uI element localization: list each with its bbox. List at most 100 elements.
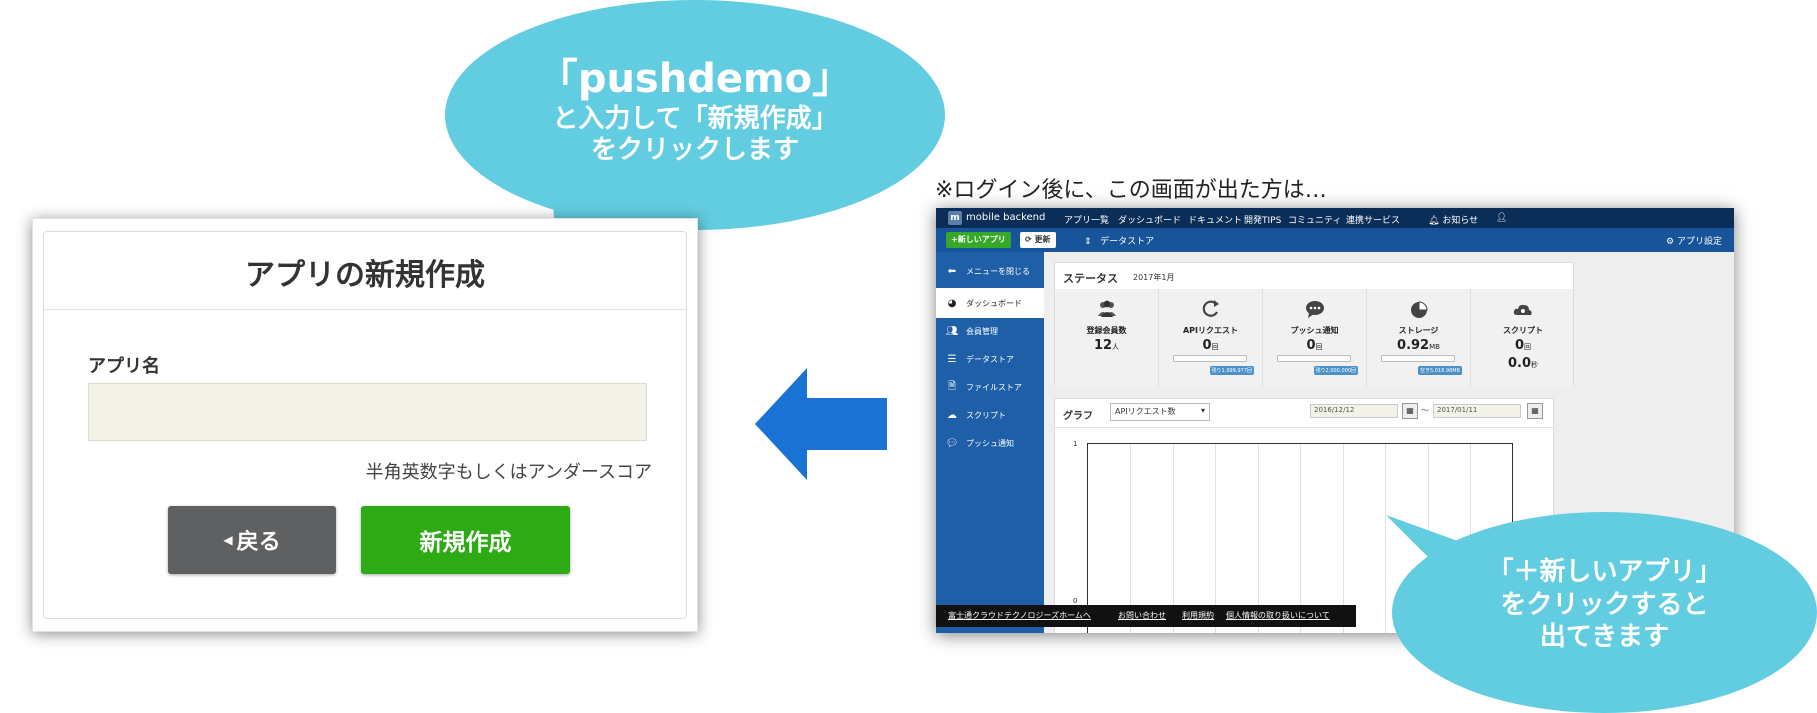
date-separator: ～	[1421, 406, 1429, 415]
stat-value: 0回	[1202, 338, 1219, 353]
create-button[interactable]: 新規作成	[361, 506, 570, 574]
y-tick-min: 0	[1073, 597, 1078, 605]
stat-value: 0回	[1306, 338, 1323, 353]
nav-community[interactable]: コミュニティ	[1288, 213, 1341, 226]
list-icon: ☰	[947, 353, 957, 365]
callout-text-top: 「pushdemo」 と入力して「新規作成」 をクリックします	[445, 58, 945, 166]
refresh-icon	[1202, 300, 1219, 317]
stat-label: APIリクエスト	[1182, 326, 1239, 335]
arrow-left-icon	[755, 368, 887, 480]
back-button-label: 戻る	[236, 530, 281, 555]
callout-text-bottom: 「＋新しいアプリ」 をクリックすると 出てきます	[1392, 556, 1817, 654]
gear-icon: ⚙	[1666, 237, 1675, 247]
footer-link-home[interactable]: 富士通クラウドテクノロジーズホームへ	[948, 610, 1091, 621]
chat-icon	[1306, 301, 1324, 318]
progress-bar	[1173, 355, 1247, 362]
graph-select-value: APIリクエスト数	[1115, 407, 1176, 416]
stat-label: プッシュ通知	[1290, 326, 1339, 335]
callout-bottom-line3: 出てきます	[1539, 622, 1670, 652]
footer-link-terms[interactable]: 利用規約	[1182, 610, 1214, 621]
stat-value: 0.92MB	[1397, 338, 1440, 353]
app-name-label: アプリ名	[88, 356, 160, 377]
stat-members: 登録会員数 12人	[1055, 289, 1159, 387]
callout-bottom-line1: 「＋新しいアプリ」	[1487, 557, 1722, 587]
caret-down-icon: ▾	[1200, 406, 1205, 415]
sidebar-item-label: ダッシュボード	[966, 298, 1022, 308]
sidebar-item-label: プッシュ通知	[966, 438, 1014, 448]
calendar-icon[interactable]: ▦	[1402, 403, 1418, 419]
sidebar-item-label: データストア	[966, 354, 1014, 364]
stat-api-requests: APIリクエスト 0回 残り1,999,977回	[1159, 289, 1263, 387]
callout-top-line1: 「pushdemo」	[537, 56, 853, 102]
sidebar-item-push[interactable]: 💬︎ プッシュ通知	[936, 428, 1044, 458]
stat-label: 登録会員数	[1086, 326, 1127, 335]
stat-value: 0回	[1514, 338, 1532, 353]
datastore-select[interactable]: ⇕ データストア	[1084, 234, 1154, 247]
sidebar-item-dashboard[interactable]: ◕ ダッシュボード	[936, 288, 1044, 318]
status-row: 登録会員数 12人 APIリクエスト 0回 残り1,999,977回 プッシュ通…	[1055, 289, 1573, 387]
sidebar: ⬅ メニューを閉じる ◕ ダッシュボード 👥︎ 会員管理 ☰ データストア 🗎︎…	[936, 252, 1044, 633]
sidebar-item-datastore[interactable]: ☰ データストア	[936, 344, 1044, 374]
date-to-input[interactable]: 2017/01/11	[1433, 404, 1521, 418]
sort-icon: ⇕	[1084, 237, 1092, 247]
back-button[interactable]: ◀ 戻る	[168, 506, 336, 574]
arrow-left-circle-icon: ⬅	[947, 265, 957, 277]
stat-label: スクリプト	[1503, 326, 1543, 335]
app-name-input[interactable]	[88, 383, 647, 441]
bell-icon: 🔔︎	[1428, 216, 1440, 226]
sidebar-item-script[interactable]: ☁ スクリプト	[936, 400, 1044, 430]
app-settings-link[interactable]: ⚙ アプリ設定	[1666, 234, 1722, 247]
nav-dashboard[interactable]: ダッシュボード	[1118, 213, 1181, 226]
nav-integrations[interactable]: 連携サービス	[1346, 213, 1400, 226]
footer-link-privacy[interactable]: 個人情報の取り扱いについて	[1226, 610, 1330, 621]
graph-title: グラフ	[1063, 411, 1093, 422]
stat-push: プッシュ通知 0回 残り2,000,000回	[1263, 289, 1367, 387]
notifications-link[interactable]: 🔔︎ お知らせ	[1428, 213, 1478, 226]
progress-bar	[1277, 355, 1351, 362]
sidebar-item-label: ファイルストア	[966, 382, 1022, 392]
remaining-badge: 残り2,000,000回	[1313, 366, 1358, 375]
status-title: ステータス	[1063, 272, 1118, 285]
logo-icon: m	[948, 211, 962, 225]
date-from-input[interactable]: 2016/12/12	[1310, 404, 1398, 418]
chevron-left-icon: ◀	[223, 533, 233, 547]
sidebar-item-label: メニューを閉じる	[966, 266, 1030, 276]
remaining-badge: 残り1,999,977回	[1209, 366, 1254, 375]
users-icon: 👥︎	[945, 325, 959, 337]
cloud-gear-icon	[1513, 304, 1532, 315]
nav-dev-tips[interactable]: 開発TIPS	[1244, 213, 1281, 226]
stat-script: スクリプト 0回 0.0秒	[1471, 289, 1575, 387]
callout-top-line3: をクリックします	[590, 135, 799, 166]
sidebar-item-members[interactable]: 👥︎ 会員管理	[936, 316, 1044, 346]
callout-bottom-line2: をクリックすると	[1500, 589, 1709, 620]
file-icon: 🗎︎	[947, 380, 957, 392]
status-panel: ステータス 2017年1月 登録会員数 12人 APIリクエスト 0回 残り1,…	[1054, 262, 1574, 387]
app-settings-label: アプリ設定	[1676, 237, 1722, 247]
gauge-icon: ◕	[947, 297, 957, 309]
logo-text: mobile backend	[966, 212, 1046, 223]
new-app-button[interactable]: +新しいアプリ	[946, 232, 1011, 248]
top-nav: m mobile backend アプリ一覧 ダッシュボード ドキュメント 開発…	[936, 208, 1734, 228]
sidebar-item-filestore[interactable]: 🗎︎ ファイルストア	[936, 372, 1044, 402]
calendar-icon[interactable]: ▦	[1527, 403, 1543, 419]
progress-bar	[1381, 355, 1455, 362]
app-name-hint: 半角英数字もしくはアンダースコア	[365, 462, 652, 483]
user-icon[interactable]: 👤︎	[1496, 213, 1507, 223]
refresh-button[interactable]: ⟳ 更新	[1020, 232, 1056, 248]
sidebar-item-close-menu[interactable]: ⬅ メニューを閉じる	[936, 256, 1044, 286]
stat-storage: ストレージ 0.92MB 空き5,018.98MB	[1367, 289, 1471, 387]
notifications-label: お知らせ	[1442, 216, 1479, 226]
graph-metric-select[interactable]: APIリクエスト数 ▾	[1110, 403, 1210, 421]
nav-app-list[interactable]: アプリ一覧	[1064, 213, 1109, 226]
footer-link-contact[interactable]: お問い合わせ	[1118, 610, 1166, 621]
sub-nav: +新しいアプリ ⟳ 更新 ⇕ データストア ⚙ アプリ設定	[936, 228, 1734, 252]
graph-divider	[1055, 427, 1553, 428]
nav-documents[interactable]: ドキュメント	[1188, 213, 1242, 226]
stat-label: ストレージ	[1398, 326, 1439, 335]
dialog-title: アプリの新規作成	[245, 258, 485, 293]
stat-value-seconds: 0.0秒	[1507, 356, 1539, 371]
datastore-select-label: データストア	[1100, 237, 1155, 247]
sidebar-item-label: スクリプト	[966, 410, 1006, 420]
users-icon	[1098, 300, 1116, 317]
sidebar-item-label: 会員管理	[966, 326, 998, 336]
